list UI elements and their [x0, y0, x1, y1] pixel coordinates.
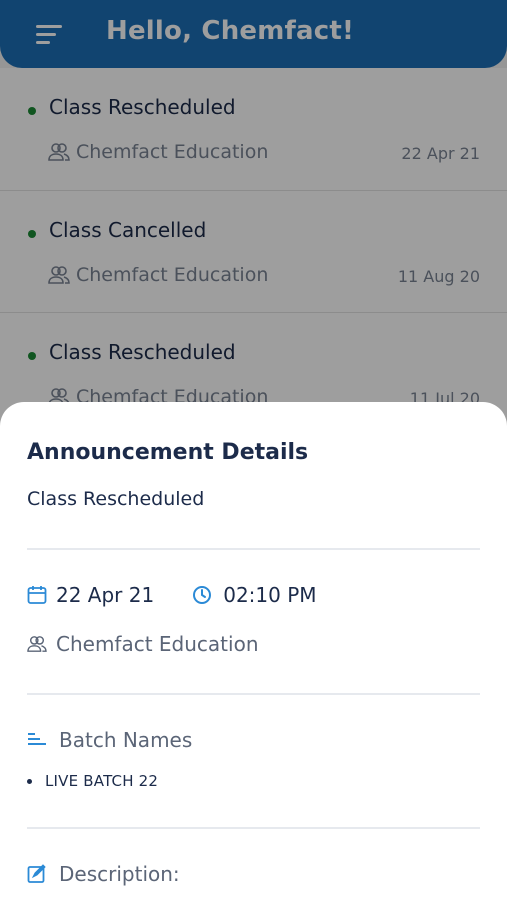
divider: [27, 827, 480, 829]
calendar-icon: [27, 586, 47, 604]
clock-icon: [193, 586, 212, 604]
description-label: Description:: [59, 862, 180, 886]
organization-label: Chemfact Education: [56, 632, 259, 656]
divider: [27, 548, 480, 550]
list-item: LIVE BATCH 22: [27, 772, 158, 790]
announcement-details-sheet: Announcement Details Class Rescheduled 2…: [0, 402, 507, 900]
date-time-row: 22 Apr 21 02:10 PM: [27, 583, 317, 607]
edit-note-icon: [27, 864, 46, 883]
batch-name: LIVE BATCH 22: [45, 772, 159, 790]
batch-names-label: Batch Names: [59, 728, 193, 752]
announcement-date: 22 Apr 21: [56, 583, 155, 607]
sheet-heading: Announcement Details: [27, 440, 309, 465]
list-icon: [28, 733, 46, 745]
organization-row: Chemfact Education: [27, 632, 259, 656]
announcement-time: 02:10 PM: [223, 583, 317, 607]
description-header: Description:: [27, 862, 180, 886]
bullet-dot: [27, 778, 32, 784]
batch-names-header: Batch Names: [27, 728, 192, 752]
divider: [27, 693, 480, 695]
announcement-title: Class Rescheduled: [27, 488, 205, 510]
users-icon: [27, 636, 47, 652]
